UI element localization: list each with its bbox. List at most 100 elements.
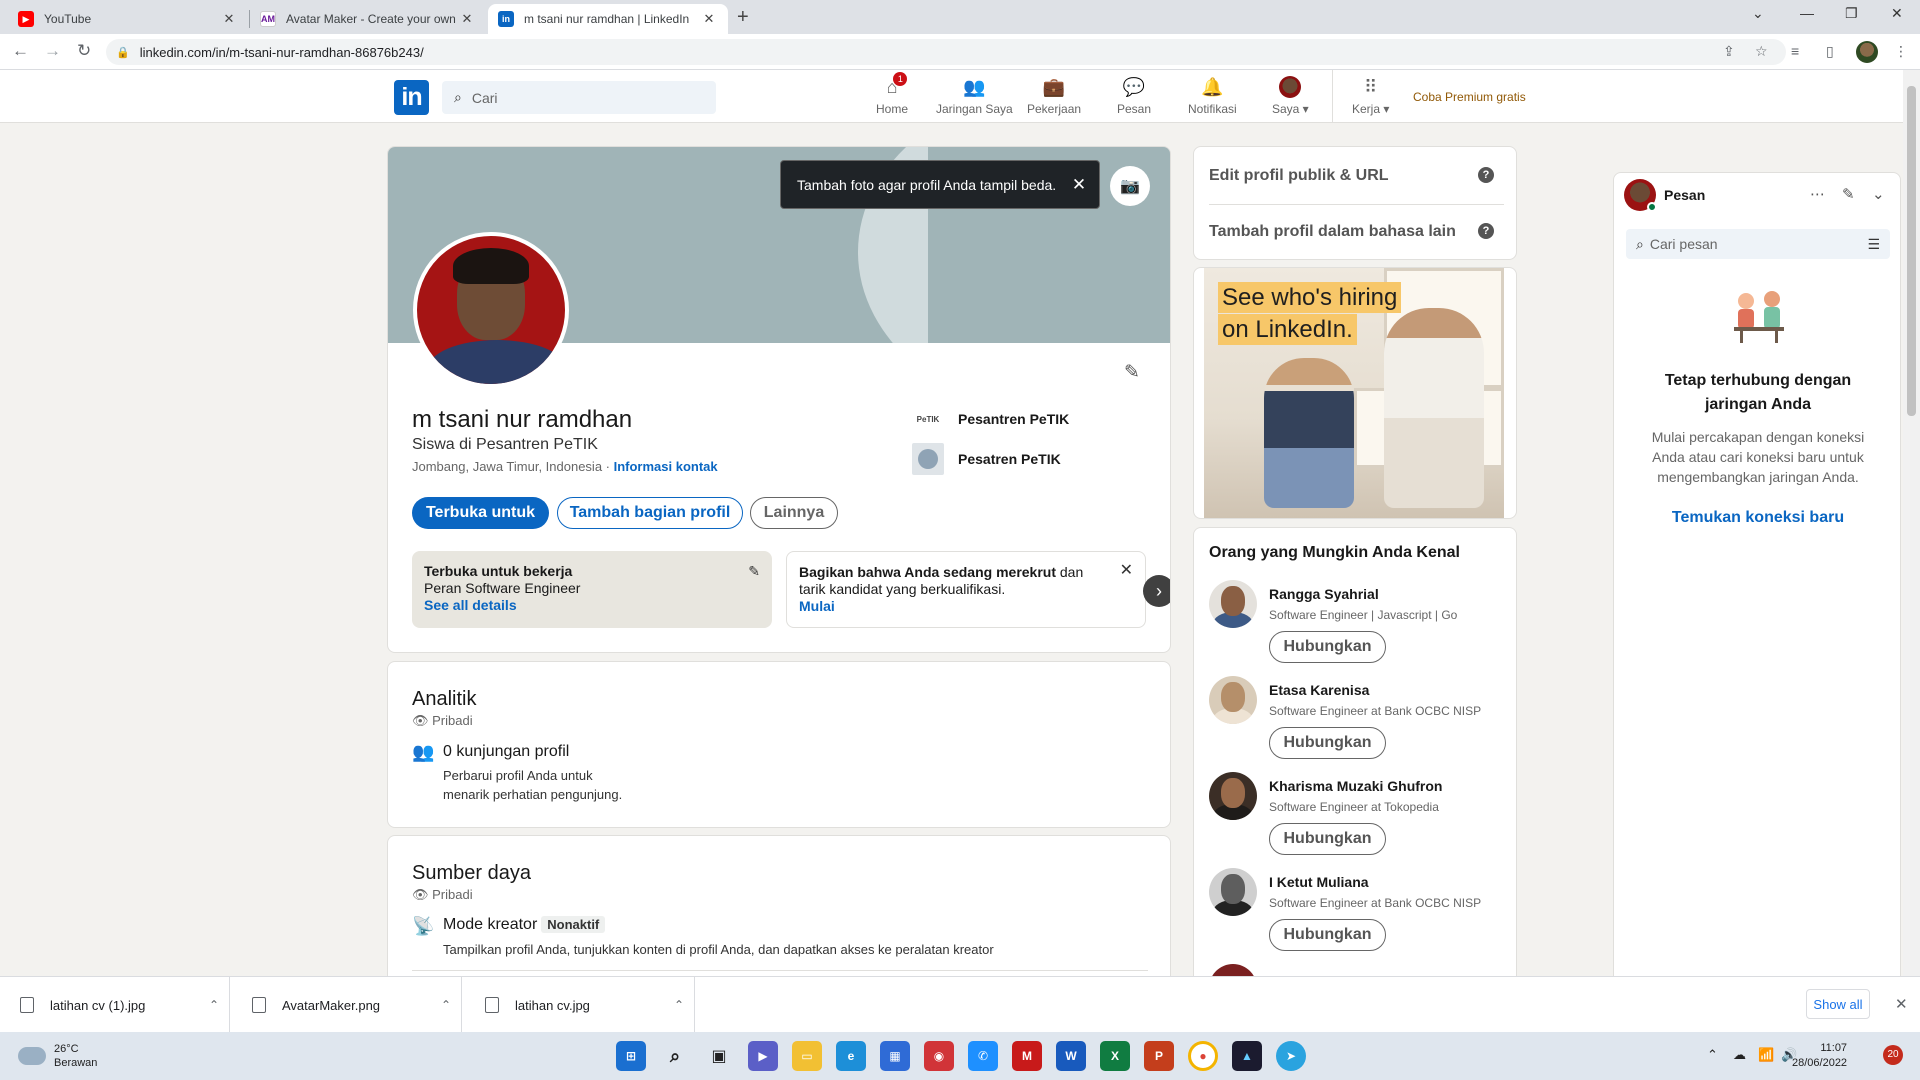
edge-icon[interactable]: e <box>836 1041 866 1071</box>
close-tab-icon[interactable]: ✕ <box>458 11 476 27</box>
tab-linkedin[interactable]: in m tsani nur ramdhan | LinkedIn ✕ <box>488 4 728 34</box>
task-view-icon[interactable]: ▣ <box>704 1041 734 1071</box>
edit-pencil-icon[interactable]: ✎ <box>1124 361 1140 384</box>
tab-avatar-maker[interactable]: AM Avatar Maker - Create your own a ✕ <box>250 4 486 34</box>
profile-photo[interactable] <box>413 232 569 388</box>
nav-home[interactable]: ⌂ 1 Home <box>876 72 908 116</box>
restore-icon[interactable]: ❐ <box>1845 5 1858 22</box>
app-icon[interactable]: ◉ <box>924 1041 954 1071</box>
download-item[interactable]: latihan cv.jpg ⌃ <box>465 977 695 1033</box>
avatar[interactable] <box>1209 580 1257 628</box>
premium-link[interactable]: Coba Premium gratis <box>1413 90 1526 104</box>
browser-menu-icon[interactable]: ⋮ <box>1894 43 1908 60</box>
close-icon[interactable]: ✕ <box>1895 995 1908 1013</box>
wifi-icon[interactable]: 📶 <box>1758 1047 1774 1063</box>
back-icon[interactable]: ← <box>12 41 29 61</box>
org-pesatren-petik[interactable]: Pesatren PeTIK <box>912 443 1061 475</box>
camera-icon[interactable]: 📷 <box>1110 166 1150 206</box>
hiring-ad-image[interactable]: See who's hiring on LinkedIn. <box>1204 268 1504 518</box>
tab-search-icon[interactable]: ⌄ <box>1752 5 1764 22</box>
connect-button[interactable]: Hubungkan <box>1269 823 1386 855</box>
bookmark-star-icon[interactable]: ☆ <box>1755 43 1768 60</box>
side-panel-icon[interactable]: ▯ <box>1826 43 1834 60</box>
start-link[interactable]: Mulai <box>799 598 1133 615</box>
download-item[interactable]: latihan cv (1).jpg ⌃ <box>0 977 230 1033</box>
forward-icon[interactable]: → <box>44 41 61 61</box>
clock[interactable]: 11:07 28/06/2022 <box>1792 1041 1847 1071</box>
telegram-icon[interactable]: ➤ <box>1276 1041 1306 1071</box>
search-icon[interactable]: ⌕ <box>660 1041 690 1071</box>
nox-icon[interactable]: ▲ <box>1232 1041 1262 1071</box>
compose-icon[interactable]: ✎ <box>1842 185 1855 203</box>
chevron-up-icon[interactable]: ⌃ <box>1707 1047 1718 1063</box>
creator-mode-row[interactable]: Mode kreator Nonaktif <box>443 916 606 934</box>
nav-pekerjaan[interactable]: 💼 Pekerjaan <box>1027 76 1081 116</box>
nav-jaringan-saya[interactable]: 👥 Jaringan Saya <box>936 76 1013 116</box>
store-icon[interactable]: ▦ <box>880 1041 910 1071</box>
person-name[interactable]: Kharisma Muzaki Ghufron <box>1269 778 1442 794</box>
minimize-icon[interactable]: — <box>1800 5 1814 21</box>
browser-profile-avatar[interactable] <box>1856 41 1878 63</box>
file-explorer-icon[interactable]: ▭ <box>792 1041 822 1071</box>
reading-list-icon[interactable]: ≡ <box>1791 43 1799 59</box>
person-name[interactable]: Rangga Syahrial <box>1269 586 1379 602</box>
carousel-next-icon[interactable]: › <box>1143 575 1170 607</box>
see-details-link[interactable]: See all details <box>424 597 760 614</box>
messaging-header[interactable]: Pesan ⋯ ✎ ⌄ <box>1614 173 1902 221</box>
help-icon[interactable]: ? <box>1478 167 1494 183</box>
nav-kerja[interactable]: ⠿ Kerja ▾ <box>1352 76 1389 116</box>
download-item[interactable]: AvatarMaker.png ⌃ <box>232 977 462 1033</box>
mcafee-icon[interactable]: M <box>1012 1041 1042 1071</box>
app-icon[interactable]: ✆ <box>968 1041 998 1071</box>
powerpoint-icon[interactable]: P <box>1144 1041 1174 1071</box>
teams-chat-icon[interactable]: ▶ <box>748 1041 778 1071</box>
open-to-work-box[interactable]: Terbuka untuk bekerja Peran Software Eng… <box>412 551 772 628</box>
chevron-down-icon[interactable]: ⌄ <box>1872 185 1885 203</box>
open-to-button[interactable]: Terbuka untuk <box>412 497 549 529</box>
connect-button[interactable]: Hubungkan <box>1269 631 1386 663</box>
word-icon[interactable]: W <box>1056 1041 1086 1071</box>
avatar[interactable] <box>1209 964 1257 976</box>
linkedin-logo[interactable]: in <box>394 80 429 115</box>
close-icon[interactable]: ✕ <box>1059 175 1099 195</box>
nav-notifikasi[interactable]: 🔔 Notifikasi <box>1188 76 1237 116</box>
close-tab-icon[interactable]: ✕ <box>220 11 238 27</box>
contact-info-link[interactable]: Informasi kontak <box>614 459 718 474</box>
chevron-up-icon[interactable]: ⌃ <box>199 998 229 1012</box>
start-icon[interactable]: ⊞ <box>616 1041 646 1071</box>
cloud-sync-icon[interactable]: ☁ <box>1733 1047 1746 1063</box>
edit-pencil-icon[interactable]: ✎ <box>748 563 760 580</box>
add-language-profile-link[interactable]: Tambah profil dalam bahasa lain <box>1209 223 1456 241</box>
page-scrollbar[interactable] <box>1903 70 1920 976</box>
person-name[interactable]: Etasa Karenisa <box>1269 682 1369 698</box>
avatar[interactable] <box>1209 676 1257 724</box>
chevron-up-icon[interactable]: ⌃ <box>664 998 694 1012</box>
more-options-icon[interactable]: ⋯ <box>1810 185 1825 203</box>
avatar[interactable] <box>1209 772 1257 820</box>
close-icon[interactable]: ✕ <box>1120 562 1133 579</box>
close-tab-icon[interactable]: ✕ <box>700 11 718 27</box>
profile-views-link[interactable]: 0 kunjungan profil <box>443 743 569 761</box>
chevron-up-icon[interactable]: ⌃ <box>431 998 461 1012</box>
share-icon[interactable]: ⇪ <box>1723 43 1735 60</box>
org-pesantren-petik[interactable]: PeTIK Pesantren PeTIK <box>912 403 1070 435</box>
connect-button[interactable]: Hubungkan <box>1269 919 1386 951</box>
scrollbar-thumb[interactable] <box>1907 86 1916 416</box>
chrome-icon[interactable]: ● <box>1188 1041 1218 1071</box>
more-button[interactable]: Lainnya <box>750 497 838 529</box>
filter-icon[interactable]: ☰ <box>1867 236 1880 253</box>
reload-icon[interactable]: ↻ <box>77 41 91 61</box>
excel-icon[interactable]: X <box>1100 1041 1130 1071</box>
find-connections-link[interactable]: Temukan koneksi baru <box>1634 509 1882 527</box>
message-search-input[interactable]: ⌕ Cari pesan ☰ <box>1626 229 1890 259</box>
person-name[interactable]: I Ketut Muliana <box>1269 874 1369 890</box>
show-all-button[interactable]: Show all <box>1806 989 1870 1019</box>
search-input[interactable]: ⌕ Cari <box>442 81 716 114</box>
nav-saya[interactable]: Saya ▾ <box>1272 76 1309 116</box>
nav-pesan[interactable]: 💬 Pesan <box>1117 76 1151 116</box>
tab-youtube[interactable]: ▶ YouTube ✕ <box>8 4 248 34</box>
add-section-button[interactable]: Tambah bagian profil <box>557 497 743 529</box>
weather-widget[interactable]: 26°C Berawan <box>18 1042 97 1070</box>
notification-count-badge[interactable]: 20 <box>1883 1045 1903 1065</box>
ad-card[interactable]: See who's hiring on LinkedIn. <box>1193 267 1517 519</box>
